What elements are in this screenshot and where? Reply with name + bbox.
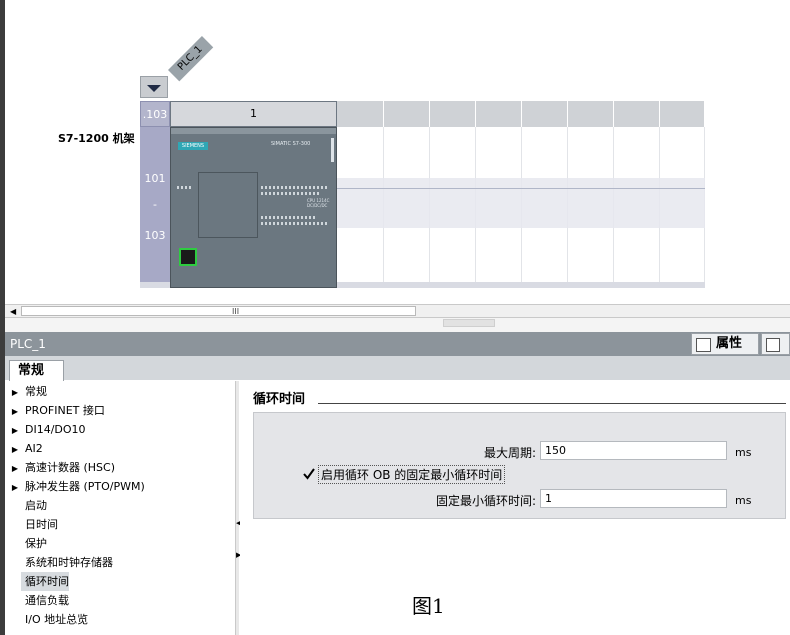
rack-line [337, 188, 705, 189]
input-leds [261, 192, 321, 195]
fixed-min-label: 固定最小循环时间: [435, 494, 536, 508]
ethernet-port-icon[interactable] [179, 248, 197, 266]
slot-header[interactable] [337, 101, 384, 127]
rack-band [337, 178, 705, 228]
collapse-rack-button[interactable] [140, 76, 168, 98]
fixed-min-input[interactable]: 1 [540, 489, 727, 508]
slot-header[interactable] [384, 101, 430, 127]
nav-item[interactable]: 日时间 [25, 515, 58, 534]
input-leds [261, 186, 327, 189]
scroll-left-icon[interactable]: ◀ [10, 307, 16, 316]
max-cycle-label: 最大周期: [483, 446, 536, 460]
expand-arrow-icon[interactable]: ▶ [5, 459, 25, 478]
slot-number-101: 101 [144, 172, 166, 185]
tab-general[interactable]: 常规 [9, 360, 64, 381]
expand-arrow-icon[interactable]: ▶ [5, 421, 25, 440]
slot-header-1[interactable]: 1 [170, 101, 337, 127]
inspector-title: PLC_1 [5, 332, 790, 356]
cpu-door [198, 172, 258, 238]
nav-item[interactable]: 通信负载 [25, 591, 69, 610]
output-leds [261, 216, 317, 219]
nav-item[interactable]: ▶ DI14/DO10 [5, 420, 86, 439]
info-icon [766, 338, 780, 352]
slot-header[interactable] [568, 101, 614, 127]
expand-arrow-icon[interactable]: ▶ [5, 478, 25, 497]
nav-item[interactable]: ▶ 脉冲发生器 (PTO/PWM) [5, 477, 145, 496]
nav-item[interactable]: ▶ AI2 [5, 439, 43, 458]
nav-item[interactable]: ▶ PROFINET 接口 [5, 401, 105, 420]
nav-item[interactable]: ▶ 高速计数器 (HSC) [5, 458, 115, 477]
scrollbar-grip: III [232, 307, 240, 316]
max-cycle-unit: ms [735, 446, 752, 459]
slot-header[interactable] [522, 101, 568, 127]
panel-splitter[interactable] [5, 318, 790, 332]
nav-item-selected[interactable]: 循环时间 [21, 572, 69, 591]
properties-icon [696, 338, 711, 352]
splitter-handle[interactable] [443, 319, 495, 327]
slot-number-dash: - [153, 198, 157, 211]
nav-item[interactable]: ▶ 常规 [5, 382, 47, 401]
cpu-module[interactable]: SIEMENS SIMATIC S7-300 CPU 1214C DC/DC/D… [170, 127, 337, 288]
cpu-model: SIMATIC S7-300 [271, 141, 311, 147]
cpu-brand: SIEMENS [178, 142, 208, 150]
nav-item[interactable]: 保护 [25, 534, 47, 553]
tab-info[interactable] [761, 333, 790, 355]
output-leds [261, 222, 327, 225]
horizontal-scrollbar[interactable]: ◀ III [5, 304, 790, 318]
expand-arrow-icon[interactable]: ▶ [5, 383, 25, 402]
expand-arrow-icon[interactable]: ▶ [5, 440, 25, 459]
slot-number-top: .103 [140, 101, 170, 127]
nav-item[interactable]: I/O 地址总览 [25, 610, 88, 629]
cpu-selector [331, 138, 334, 162]
nav-divider[interactable]: ◀ ▶ [235, 381, 241, 635]
tab-properties-label: 属性 [716, 336, 743, 351]
figure-label: 图1 [412, 594, 445, 618]
cpu-type: CPU 1214C DC/DC/DC [307, 198, 330, 208]
chevron-down-icon [147, 85, 161, 92]
slot-number-103: 103 [144, 229, 166, 242]
slot-header[interactable] [430, 101, 476, 127]
expand-arrow-icon[interactable]: ▶ [5, 402, 25, 421]
inspector-tab-strip [5, 356, 790, 380]
slot-header[interactable] [614, 101, 660, 127]
nav-item[interactable]: 系统和时钟存储器 [25, 553, 113, 572]
fixed-min-unit: ms [735, 494, 752, 507]
enable-min-cycle-label[interactable]: 启用循环 OB 的固定最小循环时间 [318, 465, 506, 484]
slot-header[interactable] [660, 101, 705, 127]
section-divider [318, 403, 786, 404]
max-cycle-input[interactable]: 150 [540, 441, 727, 460]
cpu-top-strip [171, 128, 336, 134]
tab-properties[interactable]: 属性 [691, 333, 759, 355]
enable-min-cycle-checkbox[interactable] [302, 467, 316, 481]
rack-label: S7-1200 机架 [58, 132, 135, 145]
nav-item[interactable]: 启动 [25, 496, 47, 515]
scrollbar-thumb[interactable]: III [21, 306, 416, 316]
section-title: 循环时间 [253, 392, 306, 407]
property-nav: ▶ 常规 ▶ PROFINET 接口 ▶ DI14/DO10 ▶ AI2 ▶ 高速计数器 … [5, 381, 235, 635]
status-leds [177, 186, 191, 189]
slot-header[interactable] [476, 101, 522, 127]
